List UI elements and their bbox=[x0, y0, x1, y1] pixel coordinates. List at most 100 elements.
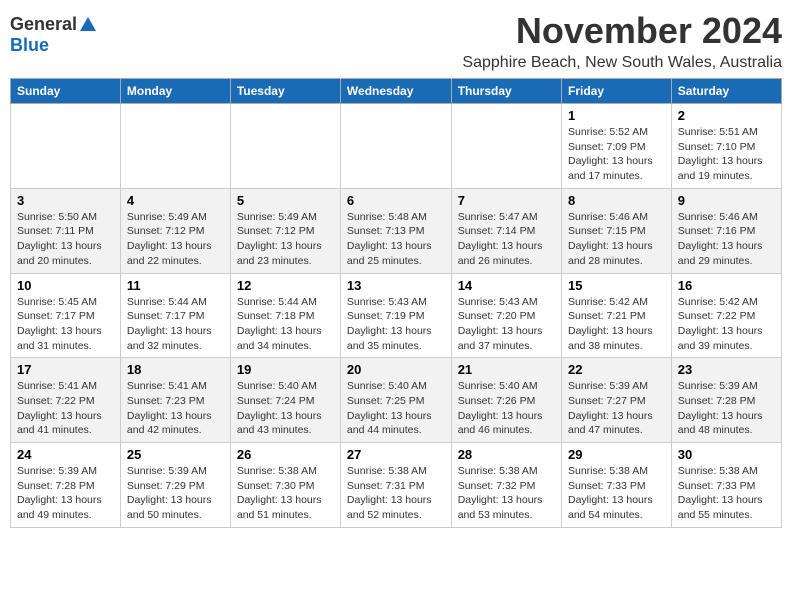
table-row: 12Sunrise: 5:44 AM Sunset: 7:18 PM Dayli… bbox=[230, 273, 340, 358]
table-row: 4 Sunrise: 5:49 AM Sunset: 7:12 PM Daylig… bbox=[120, 188, 230, 273]
header-wednesday: Wednesday bbox=[340, 79, 451, 104]
day-number: 6 bbox=[347, 193, 445, 208]
day-number: 18 bbox=[127, 362, 224, 377]
table-row: 6 Sunrise: 5:48 AM Sunset: 7:13 PM Daylig… bbox=[340, 188, 451, 273]
table-row: 20 Sunrise: 5:40 AM Sunset: 7:25 PM Dayli… bbox=[340, 358, 451, 443]
table-row: 30 Sunrise: 5:38 AM Sunset: 7:33 PM Dayli… bbox=[671, 443, 781, 528]
day-number: 24 bbox=[17, 447, 114, 462]
calendar-week-row: 3 Sunrise: 5:50 AM Sunset: 7:11 PM Daylig… bbox=[11, 188, 782, 273]
day-info: Sunrise: 5:38 AM Sunset: 7:33 PM Dayligh… bbox=[568, 464, 665, 523]
table-row bbox=[230, 104, 340, 189]
day-number: 17 bbox=[17, 362, 114, 377]
day-number: 11 bbox=[127, 278, 224, 293]
day-info: Sunrise: 5:50 AM Sunset: 7:11 PM Dayligh… bbox=[17, 210, 114, 269]
table-row: 24 Sunrise: 5:39 AM Sunset: 7:28 PM Dayli… bbox=[11, 443, 121, 528]
day-info: Sunrise: 5:39 AM Sunset: 7:28 PM Dayligh… bbox=[678, 379, 775, 438]
day-info: Sunrise: 5:40 AM Sunset: 7:25 PM Dayligh… bbox=[347, 379, 445, 438]
day-number: 26 bbox=[237, 447, 334, 462]
day-info: Sunrise: 5:38 AM Sunset: 7:31 PM Dayligh… bbox=[347, 464, 445, 523]
table-row: 8 Sunrise: 5:46 AM Sunset: 7:15 PM Daylig… bbox=[561, 188, 671, 273]
table-row: 18Sunrise: 5:41 AM Sunset: 7:23 PM Dayli… bbox=[120, 358, 230, 443]
table-row: 9 Sunrise: 5:46 AM Sunset: 7:16 PM Daylig… bbox=[671, 188, 781, 273]
calendar-week-row: 17 Sunrise: 5:41 AM Sunset: 7:22 PM Dayli… bbox=[11, 358, 782, 443]
table-row: 7 Sunrise: 5:47 AM Sunset: 7:14 PM Daylig… bbox=[451, 188, 561, 273]
header-friday: Friday bbox=[561, 79, 671, 104]
day-number: 10 bbox=[17, 278, 114, 293]
table-row: 5Sunrise: 5:49 AM Sunset: 7:12 PM Daylig… bbox=[230, 188, 340, 273]
day-number: 22 bbox=[568, 362, 665, 377]
table-row: 23 Sunrise: 5:39 AM Sunset: 7:28 PM Dayli… bbox=[671, 358, 781, 443]
day-info: Sunrise: 5:46 AM Sunset: 7:15 PM Dayligh… bbox=[568, 210, 665, 269]
day-number: 1 bbox=[568, 108, 665, 123]
table-row: 29 Sunrise: 5:38 AM Sunset: 7:33 PM Dayli… bbox=[561, 443, 671, 528]
day-number: 21 bbox=[458, 362, 555, 377]
logo-general: General bbox=[10, 14, 77, 35]
logo-icon bbox=[78, 15, 98, 35]
day-info: Sunrise: 5:40 AM Sunset: 7:24 PM Dayligh… bbox=[237, 379, 334, 438]
header-monday: Monday bbox=[120, 79, 230, 104]
day-info: Sunrise: 5:43 AM Sunset: 7:20 PM Dayligh… bbox=[458, 295, 555, 354]
table-row: 21 Sunrise: 5:40 AM Sunset: 7:26 PM Dayli… bbox=[451, 358, 561, 443]
day-info: Sunrise: 5:45 AM Sunset: 7:17 PM Dayligh… bbox=[17, 295, 114, 354]
day-number: 19 bbox=[237, 362, 334, 377]
page-header: General Blue November 2024 Sapphire Beac… bbox=[10, 10, 782, 72]
table-row: 15 Sunrise: 5:42 AM Sunset: 7:21 PM Dayli… bbox=[561, 273, 671, 358]
table-row: 27 Sunrise: 5:38 AM Sunset: 7:31 PM Dayli… bbox=[340, 443, 451, 528]
day-number: 20 bbox=[347, 362, 445, 377]
day-number: 7 bbox=[458, 193, 555, 208]
table-row bbox=[120, 104, 230, 189]
day-number: 3 bbox=[17, 193, 114, 208]
header-thursday: Thursday bbox=[451, 79, 561, 104]
table-row: 2 Sunrise: 5:51 AM Sunset: 7:10 PM Daylig… bbox=[671, 104, 781, 189]
day-info: Sunrise: 5:38 AM Sunset: 7:33 PM Dayligh… bbox=[678, 464, 775, 523]
logo-blue: Blue bbox=[10, 35, 49, 55]
day-number: 2 bbox=[678, 108, 775, 123]
table-row bbox=[11, 104, 121, 189]
table-row: 11 Sunrise: 5:44 AM Sunset: 7:17 PM Dayli… bbox=[120, 273, 230, 358]
day-info: Sunrise: 5:49 AM Sunset: 7:12 PM Dayligh… bbox=[127, 210, 224, 269]
table-row: 26 Sunrise: 5:38 AM Sunset: 7:30 PM Dayli… bbox=[230, 443, 340, 528]
day-number: 8 bbox=[568, 193, 665, 208]
day-number: 27 bbox=[347, 447, 445, 462]
day-info: Sunrise: 5:44 AM Sunset: 7:17 PM Dayligh… bbox=[127, 295, 224, 354]
location-title: Sapphire Beach, New South Wales, Austral… bbox=[462, 54, 782, 72]
day-info: Sunrise: 5:39 AM Sunset: 7:29 PM Dayligh… bbox=[127, 464, 224, 523]
day-info: Sunrise: 5:48 AM Sunset: 7:13 PM Dayligh… bbox=[347, 210, 445, 269]
day-info: Sunrise: 5:38 AM Sunset: 7:32 PM Dayligh… bbox=[458, 464, 555, 523]
day-number: 16 bbox=[678, 278, 775, 293]
day-number: 29 bbox=[568, 447, 665, 462]
day-info: Sunrise: 5:38 AM Sunset: 7:30 PM Dayligh… bbox=[237, 464, 334, 523]
day-number: 25 bbox=[127, 447, 224, 462]
day-info: Sunrise: 5:40 AM Sunset: 7:26 PM Dayligh… bbox=[458, 379, 555, 438]
table-row: 17 Sunrise: 5:41 AM Sunset: 7:22 PM Dayli… bbox=[11, 358, 121, 443]
header-tuesday: Tuesday bbox=[230, 79, 340, 104]
day-number: 23 bbox=[678, 362, 775, 377]
calendar-week-row: 1Sunrise: 5:52 AM Sunset: 7:09 PM Daylig… bbox=[11, 104, 782, 189]
day-info: Sunrise: 5:46 AM Sunset: 7:16 PM Dayligh… bbox=[678, 210, 775, 269]
table-row: 16 Sunrise: 5:42 AM Sunset: 7:22 PM Dayli… bbox=[671, 273, 781, 358]
day-number: 15 bbox=[568, 278, 665, 293]
day-number: 30 bbox=[678, 447, 775, 462]
day-info: Sunrise: 5:39 AM Sunset: 7:28 PM Dayligh… bbox=[17, 464, 114, 523]
table-row: 10 Sunrise: 5:45 AM Sunset: 7:17 PM Dayli… bbox=[11, 273, 121, 358]
table-row: 3 Sunrise: 5:50 AM Sunset: 7:11 PM Daylig… bbox=[11, 188, 121, 273]
day-number: 14 bbox=[458, 278, 555, 293]
day-info: Sunrise: 5:42 AM Sunset: 7:21 PM Dayligh… bbox=[568, 295, 665, 354]
day-info: Sunrise: 5:49 AM Sunset: 7:12 PM Dayligh… bbox=[237, 210, 334, 269]
day-info: Sunrise: 5:47 AM Sunset: 7:14 PM Dayligh… bbox=[458, 210, 555, 269]
day-number: 4 bbox=[127, 193, 224, 208]
day-number: 9 bbox=[678, 193, 775, 208]
table-row: 19 Sunrise: 5:40 AM Sunset: 7:24 PM Dayli… bbox=[230, 358, 340, 443]
day-info: Sunrise: 5:42 AM Sunset: 7:22 PM Dayligh… bbox=[678, 295, 775, 354]
day-number: 28 bbox=[458, 447, 555, 462]
calendar-week-row: 10 Sunrise: 5:45 AM Sunset: 7:17 PM Dayli… bbox=[11, 273, 782, 358]
day-info: Sunrise: 5:44 AM Sunset: 7:18 PM Dayligh… bbox=[237, 295, 334, 354]
table-row: 22 Sunrise: 5:39 AM Sunset: 7:27 PM Dayli… bbox=[561, 358, 671, 443]
day-info: Sunrise: 5:39 AM Sunset: 7:27 PM Dayligh… bbox=[568, 379, 665, 438]
table-row: 13Sunrise: 5:43 AM Sunset: 7:19 PM Dayli… bbox=[340, 273, 451, 358]
day-info: Sunrise: 5:51 AM Sunset: 7:10 PM Dayligh… bbox=[678, 125, 775, 184]
header-sunday: Sunday bbox=[11, 79, 121, 104]
table-row: 14 Sunrise: 5:43 AM Sunset: 7:20 PM Dayli… bbox=[451, 273, 561, 358]
day-info: Sunrise: 5:41 AM Sunset: 7:22 PM Dayligh… bbox=[17, 379, 114, 438]
table-row: 25 Sunrise: 5:39 AM Sunset: 7:29 PM Dayli… bbox=[120, 443, 230, 528]
